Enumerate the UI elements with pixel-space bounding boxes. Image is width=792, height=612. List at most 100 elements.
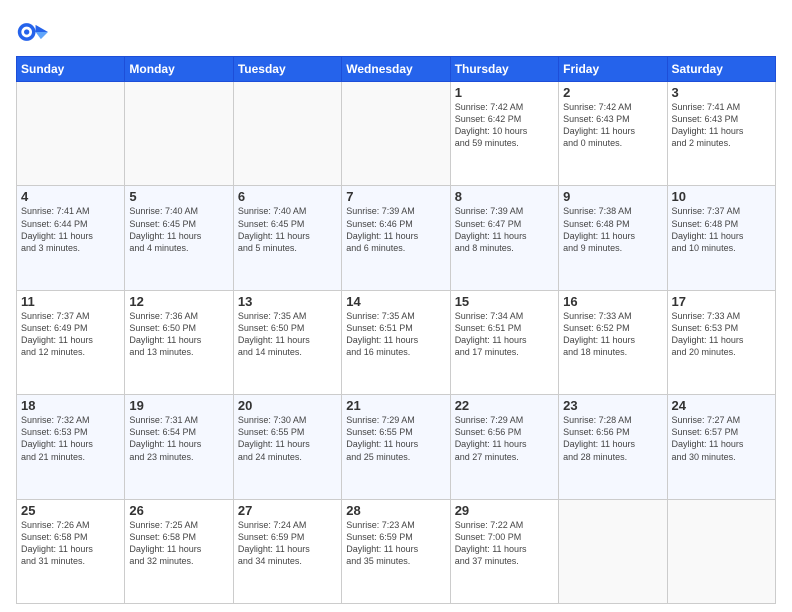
calendar-cell: 23Sunrise: 7:28 AM Sunset: 6:56 PM Dayli… bbox=[559, 395, 667, 499]
day-info: Sunrise: 7:33 AM Sunset: 6:53 PM Dayligh… bbox=[672, 310, 771, 359]
day-info: Sunrise: 7:38 AM Sunset: 6:48 PM Dayligh… bbox=[563, 205, 662, 254]
calendar-cell: 15Sunrise: 7:34 AM Sunset: 6:51 PM Dayli… bbox=[450, 290, 558, 394]
day-number: 18 bbox=[21, 398, 120, 413]
calendar-cell bbox=[233, 82, 341, 186]
calendar-cell bbox=[17, 82, 125, 186]
week-row-4: 18Sunrise: 7:32 AM Sunset: 6:53 PM Dayli… bbox=[17, 395, 776, 499]
day-number: 4 bbox=[21, 189, 120, 204]
day-number: 24 bbox=[672, 398, 771, 413]
day-info: Sunrise: 7:42 AM Sunset: 6:43 PM Dayligh… bbox=[563, 101, 662, 150]
week-row-3: 11Sunrise: 7:37 AM Sunset: 6:49 PM Dayli… bbox=[17, 290, 776, 394]
calendar-cell: 27Sunrise: 7:24 AM Sunset: 6:59 PM Dayli… bbox=[233, 499, 341, 603]
day-number: 27 bbox=[238, 503, 337, 518]
day-number: 17 bbox=[672, 294, 771, 309]
calendar-cell: 4Sunrise: 7:41 AM Sunset: 6:44 PM Daylig… bbox=[17, 186, 125, 290]
day-info: Sunrise: 7:29 AM Sunset: 6:55 PM Dayligh… bbox=[346, 414, 445, 463]
day-info: Sunrise: 7:37 AM Sunset: 6:49 PM Dayligh… bbox=[21, 310, 120, 359]
day-number: 14 bbox=[346, 294, 445, 309]
day-info: Sunrise: 7:33 AM Sunset: 6:52 PM Dayligh… bbox=[563, 310, 662, 359]
header bbox=[16, 16, 776, 48]
day-info: Sunrise: 7:23 AM Sunset: 6:59 PM Dayligh… bbox=[346, 519, 445, 568]
calendar-cell: 28Sunrise: 7:23 AM Sunset: 6:59 PM Dayli… bbox=[342, 499, 450, 603]
day-number: 1 bbox=[455, 85, 554, 100]
day-number: 20 bbox=[238, 398, 337, 413]
calendar-cell: 21Sunrise: 7:29 AM Sunset: 6:55 PM Dayli… bbox=[342, 395, 450, 499]
day-number: 15 bbox=[455, 294, 554, 309]
calendar-cell: 8Sunrise: 7:39 AM Sunset: 6:47 PM Daylig… bbox=[450, 186, 558, 290]
day-info: Sunrise: 7:32 AM Sunset: 6:53 PM Dayligh… bbox=[21, 414, 120, 463]
weekday-thursday: Thursday bbox=[450, 57, 558, 82]
day-info: Sunrise: 7:35 AM Sunset: 6:50 PM Dayligh… bbox=[238, 310, 337, 359]
week-row-2: 4Sunrise: 7:41 AM Sunset: 6:44 PM Daylig… bbox=[17, 186, 776, 290]
day-info: Sunrise: 7:40 AM Sunset: 6:45 PM Dayligh… bbox=[238, 205, 337, 254]
weekday-wednesday: Wednesday bbox=[342, 57, 450, 82]
day-info: Sunrise: 7:41 AM Sunset: 6:43 PM Dayligh… bbox=[672, 101, 771, 150]
calendar-cell: 18Sunrise: 7:32 AM Sunset: 6:53 PM Dayli… bbox=[17, 395, 125, 499]
calendar-page: SundayMondayTuesdayWednesdayThursdayFrid… bbox=[0, 0, 792, 612]
calendar-cell: 22Sunrise: 7:29 AM Sunset: 6:56 PM Dayli… bbox=[450, 395, 558, 499]
calendar-cell: 6Sunrise: 7:40 AM Sunset: 6:45 PM Daylig… bbox=[233, 186, 341, 290]
calendar-cell: 5Sunrise: 7:40 AM Sunset: 6:45 PM Daylig… bbox=[125, 186, 233, 290]
day-number: 29 bbox=[455, 503, 554, 518]
day-info: Sunrise: 7:42 AM Sunset: 6:42 PM Dayligh… bbox=[455, 101, 554, 150]
calendar-cell: 17Sunrise: 7:33 AM Sunset: 6:53 PM Dayli… bbox=[667, 290, 775, 394]
day-info: Sunrise: 7:28 AM Sunset: 6:56 PM Dayligh… bbox=[563, 414, 662, 463]
calendar-cell: 16Sunrise: 7:33 AM Sunset: 6:52 PM Dayli… bbox=[559, 290, 667, 394]
week-row-1: 1Sunrise: 7:42 AM Sunset: 6:42 PM Daylig… bbox=[17, 82, 776, 186]
calendar-cell bbox=[342, 82, 450, 186]
calendar-cell bbox=[667, 499, 775, 603]
day-info: Sunrise: 7:41 AM Sunset: 6:44 PM Dayligh… bbox=[21, 205, 120, 254]
calendar-cell: 10Sunrise: 7:37 AM Sunset: 6:48 PM Dayli… bbox=[667, 186, 775, 290]
weekday-friday: Friday bbox=[559, 57, 667, 82]
calendar-cell: 9Sunrise: 7:38 AM Sunset: 6:48 PM Daylig… bbox=[559, 186, 667, 290]
calendar-cell: 20Sunrise: 7:30 AM Sunset: 6:55 PM Dayli… bbox=[233, 395, 341, 499]
calendar-cell: 3Sunrise: 7:41 AM Sunset: 6:43 PM Daylig… bbox=[667, 82, 775, 186]
day-number: 2 bbox=[563, 85, 662, 100]
day-number: 22 bbox=[455, 398, 554, 413]
day-number: 10 bbox=[672, 189, 771, 204]
calendar-cell: 26Sunrise: 7:25 AM Sunset: 6:58 PM Dayli… bbox=[125, 499, 233, 603]
day-info: Sunrise: 7:39 AM Sunset: 6:46 PM Dayligh… bbox=[346, 205, 445, 254]
day-info: Sunrise: 7:36 AM Sunset: 6:50 PM Dayligh… bbox=[129, 310, 228, 359]
day-number: 12 bbox=[129, 294, 228, 309]
calendar-cell: 2Sunrise: 7:42 AM Sunset: 6:43 PM Daylig… bbox=[559, 82, 667, 186]
day-info: Sunrise: 7:34 AM Sunset: 6:51 PM Dayligh… bbox=[455, 310, 554, 359]
day-number: 26 bbox=[129, 503, 228, 518]
day-info: Sunrise: 7:25 AM Sunset: 6:58 PM Dayligh… bbox=[129, 519, 228, 568]
calendar-cell: 25Sunrise: 7:26 AM Sunset: 6:58 PM Dayli… bbox=[17, 499, 125, 603]
week-row-5: 25Sunrise: 7:26 AM Sunset: 6:58 PM Dayli… bbox=[17, 499, 776, 603]
calendar-cell: 24Sunrise: 7:27 AM Sunset: 6:57 PM Dayli… bbox=[667, 395, 775, 499]
calendar-cell: 13Sunrise: 7:35 AM Sunset: 6:50 PM Dayli… bbox=[233, 290, 341, 394]
day-info: Sunrise: 7:29 AM Sunset: 6:56 PM Dayligh… bbox=[455, 414, 554, 463]
weekday-header-row: SundayMondayTuesdayWednesdayThursdayFrid… bbox=[17, 57, 776, 82]
day-number: 5 bbox=[129, 189, 228, 204]
day-number: 6 bbox=[238, 189, 337, 204]
weekday-monday: Monday bbox=[125, 57, 233, 82]
calendar-cell bbox=[559, 499, 667, 603]
logo bbox=[16, 16, 52, 48]
calendar-table: SundayMondayTuesdayWednesdayThursdayFrid… bbox=[16, 56, 776, 604]
day-number: 13 bbox=[238, 294, 337, 309]
day-number: 21 bbox=[346, 398, 445, 413]
day-number: 25 bbox=[21, 503, 120, 518]
day-number: 9 bbox=[563, 189, 662, 204]
day-number: 11 bbox=[21, 294, 120, 309]
calendar-cell: 29Sunrise: 7:22 AM Sunset: 7:00 PM Dayli… bbox=[450, 499, 558, 603]
day-info: Sunrise: 7:30 AM Sunset: 6:55 PM Dayligh… bbox=[238, 414, 337, 463]
weekday-saturday: Saturday bbox=[667, 57, 775, 82]
day-number: 8 bbox=[455, 189, 554, 204]
calendar-cell bbox=[125, 82, 233, 186]
calendar-cell: 1Sunrise: 7:42 AM Sunset: 6:42 PM Daylig… bbox=[450, 82, 558, 186]
day-info: Sunrise: 7:24 AM Sunset: 6:59 PM Dayligh… bbox=[238, 519, 337, 568]
day-info: Sunrise: 7:22 AM Sunset: 7:00 PM Dayligh… bbox=[455, 519, 554, 568]
day-info: Sunrise: 7:40 AM Sunset: 6:45 PM Dayligh… bbox=[129, 205, 228, 254]
day-number: 7 bbox=[346, 189, 445, 204]
day-info: Sunrise: 7:35 AM Sunset: 6:51 PM Dayligh… bbox=[346, 310, 445, 359]
day-info: Sunrise: 7:27 AM Sunset: 6:57 PM Dayligh… bbox=[672, 414, 771, 463]
calendar-cell: 7Sunrise: 7:39 AM Sunset: 6:46 PM Daylig… bbox=[342, 186, 450, 290]
weekday-tuesday: Tuesday bbox=[233, 57, 341, 82]
calendar-cell: 14Sunrise: 7:35 AM Sunset: 6:51 PM Dayli… bbox=[342, 290, 450, 394]
day-info: Sunrise: 7:39 AM Sunset: 6:47 PM Dayligh… bbox=[455, 205, 554, 254]
day-number: 3 bbox=[672, 85, 771, 100]
weekday-sunday: Sunday bbox=[17, 57, 125, 82]
